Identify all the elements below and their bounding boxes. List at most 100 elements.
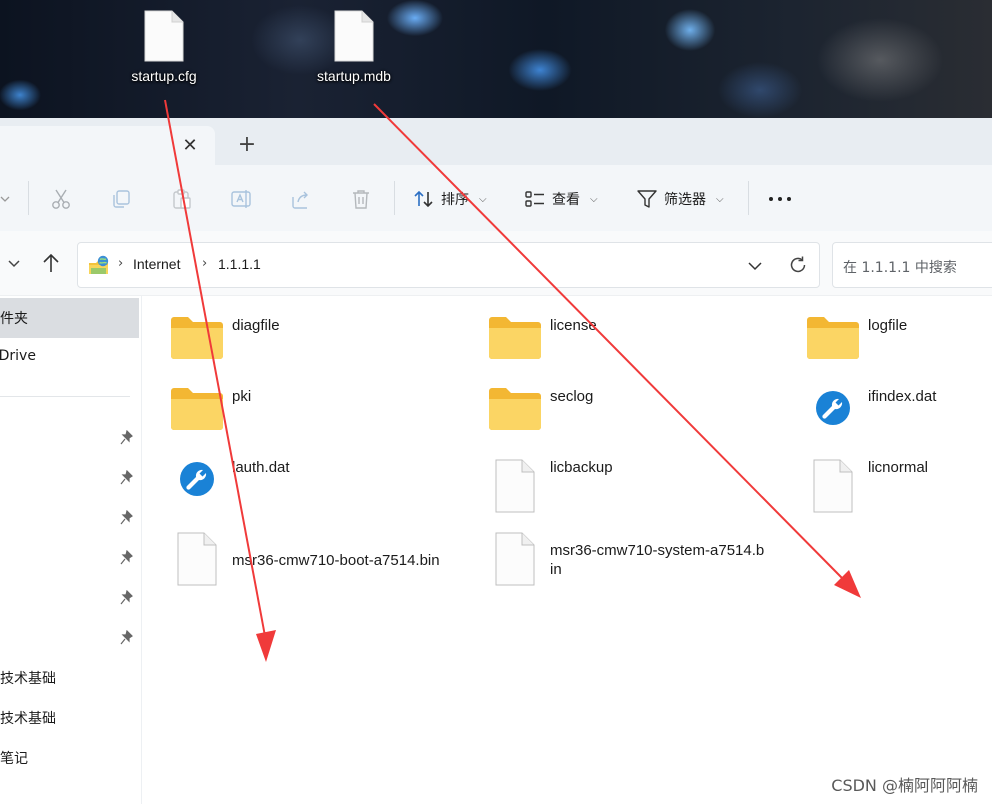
file-name: ifindex.dat: [868, 388, 937, 405]
folder-item-license[interactable]: license: [488, 316, 788, 386]
file-name: licbackup: [550, 459, 613, 476]
sidebar-item-music[interactable]: 乐: [0, 578, 139, 618]
up-arrow-icon[interactable]: [40, 251, 62, 275]
sidebar-divider: [0, 396, 130, 397]
search-input[interactable]: 在 1.1.1.1 中搜索: [832, 242, 992, 288]
cut-icon[interactable]: [49, 187, 73, 211]
paste-icon[interactable]: [169, 187, 193, 211]
file-icon: [334, 10, 374, 62]
sidebar-item-label: 络技术基础: [0, 671, 56, 687]
copy-icon[interactable]: [109, 187, 133, 211]
desktop-file-startup-cfg[interactable]: startup.cfg: [109, 10, 219, 84]
share-icon[interactable]: [289, 187, 313, 211]
sidebar-item-label: eDrive: [0, 348, 36, 364]
chevron-down-icon: ⌵: [716, 193, 724, 205]
tab-bar: ✕ +: [0, 118, 992, 165]
file-icon: [495, 459, 535, 513]
file-icon: [144, 10, 184, 62]
file-name: diagfile: [232, 317, 280, 334]
watermark: CSDN @楠阿阿阿楠: [831, 776, 978, 795]
file-name: seclog: [550, 388, 594, 405]
file-name: licnormal: [868, 459, 929, 476]
file-item-ifindex-dat[interactable]: ifindex.dat: [806, 387, 992, 457]
folder-item-logfile[interactable]: logfile: [806, 316, 992, 386]
desktop-file-startup-mdb[interactable]: startup.mdb: [299, 10, 409, 84]
file-name: logfile: [868, 317, 908, 334]
sort-label: 排序: [441, 192, 469, 208]
sidebar-item-network-basics-1[interactable]: 络技术基础: [0, 658, 139, 698]
sidebar-item-documents[interactable]: 档: [0, 498, 139, 538]
file-list: diagfile license logfile pki seclog ifin…: [142, 296, 992, 804]
sidebar-item-downloads[interactable]: 载: [0, 458, 139, 498]
view-label: 查看: [552, 192, 580, 208]
file-name: lauth.dat: [232, 459, 290, 476]
tab-active[interactable]: ✕: [0, 126, 215, 165]
folder-icon: [171, 388, 223, 430]
file-item-licnormal[interactable]: licnormal: [806, 458, 992, 528]
file-item-lauth-dat[interactable]: lauth.dat: [170, 458, 470, 528]
folder-item-diagfile[interactable]: diagfile: [170, 316, 470, 386]
file-icon: [495, 532, 535, 586]
rename-icon[interactable]: [229, 187, 253, 211]
sidebar-item-videos[interactable]: 颁: [0, 618, 139, 658]
file-name: msr36-cmw710-system-a7514.b: [550, 542, 765, 559]
wrench-icon: [180, 462, 214, 496]
sort-icon: [414, 190, 433, 208]
sidebar-item-label: 文件夹: [0, 311, 28, 327]
folder-item-seclog[interactable]: seclog: [488, 387, 788, 457]
pin-icon[interactable]: [120, 590, 134, 606]
breadcrumb-internet[interactable]: Internet: [133, 256, 180, 272]
sidebar-item-blue[interactable]: 蓝: [0, 778, 139, 804]
sidebar-item-onedrive[interactable]: eDrive: [0, 338, 139, 378]
file-item-licbackup[interactable]: licbackup: [488, 458, 788, 528]
file-name-continued: in: [550, 561, 562, 578]
more-icon[interactable]: [766, 185, 796, 213]
address-bar[interactable]: › Internet › 1.1.1.1: [77, 242, 820, 288]
pin-icon[interactable]: [120, 470, 134, 486]
file-item-system-bin[interactable]: msr36-cmw710-system-a7514.b in: [488, 531, 788, 601]
folder-icon: [807, 317, 859, 359]
pin-icon[interactable]: [120, 510, 134, 526]
address-row: › Internet › 1.1.1.1 在 1.1.1.1 中搜索: [0, 231, 992, 296]
file-explorer-window: ✕ + 排序 ⌵ 查看 ⌵ 筛选器 ⌵ › Internet › 1.1.1.1…: [0, 118, 992, 804]
close-icon[interactable]: ✕: [179, 135, 201, 157]
file-icon: [813, 459, 853, 513]
sidebar-item-notes[interactable]: 文笔记: [0, 738, 139, 778]
file-item-boot-bin[interactable]: msr36-cmw710-boot-a7514.bin: [170, 531, 470, 601]
sidebar-item-label: 络技术基础: [0, 711, 56, 727]
filter-label: 筛选器: [664, 192, 706, 208]
pin-icon[interactable]: [120, 430, 134, 446]
chevron-down-icon[interactable]: [4, 253, 24, 273]
toolbar-divider: [394, 181, 395, 215]
desktop-file-label: startup.mdb: [317, 68, 391, 84]
chevron-down-icon[interactable]: [745, 256, 765, 276]
sidebar-item-network-basics-2[interactable]: 络技术基础: [0, 698, 139, 738]
chevron-right-icon: ›: [202, 256, 208, 271]
view-button[interactable]: 查看 ⌵: [524, 185, 598, 213]
filter-button[interactable]: 筛选器 ⌵: [636, 185, 724, 213]
breadcrumb-host[interactable]: 1.1.1.1: [218, 256, 261, 272]
folder-icon: [489, 317, 541, 359]
plus-icon[interactable]: +: [236, 134, 258, 156]
folder-item-pki[interactable]: pki: [170, 387, 470, 457]
desktop-file-label: startup.cfg: [131, 68, 197, 84]
filter-icon: [637, 190, 657, 208]
pin-icon[interactable]: [120, 550, 134, 566]
chevron-down-icon: ⌵: [479, 193, 487, 205]
file-name: license: [550, 317, 597, 334]
sidebar-item-label: 文笔记: [0, 751, 28, 767]
pin-icon[interactable]: [120, 630, 134, 646]
sidebar-item-desktop[interactable]: 面: [0, 418, 139, 458]
toolbar-divider: [748, 181, 749, 215]
refresh-icon[interactable]: [787, 254, 809, 276]
sidebar-item-pictures[interactable]: -: [0, 538, 139, 578]
folder-icon: [171, 317, 223, 359]
sort-button[interactable]: 排序 ⌵: [413, 185, 487, 213]
navigation-pane: 文件夹 eDrive 面 载 档 - 乐 颁 络: [0, 296, 142, 804]
chevron-down-icon[interactable]: [0, 187, 18, 211]
file-name: msr36-cmw710-boot-a7514.bin: [232, 552, 440, 569]
sidebar-item-folder[interactable]: 文件夹: [0, 298, 139, 338]
file-icon: [177, 532, 217, 586]
delete-icon[interactable]: [349, 187, 373, 211]
desktop-background: startup.cfg startup.mdb: [0, 0, 992, 118]
